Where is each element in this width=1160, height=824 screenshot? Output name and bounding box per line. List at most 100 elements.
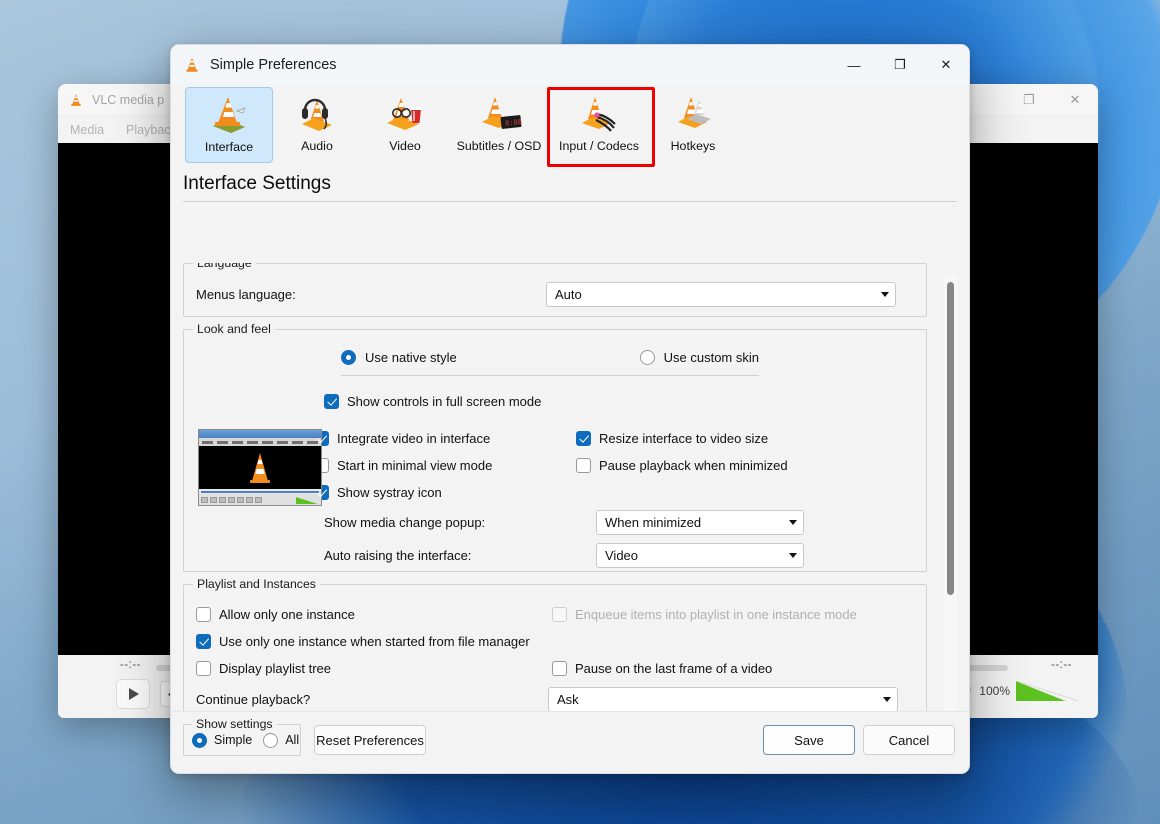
auto-raise-value: Video [605, 547, 639, 563]
group-title: Language [193, 263, 256, 270]
start-minimal-view-row[interactable]: Start in minimal view mode [314, 452, 576, 479]
scrollbar-thumb[interactable] [947, 282, 954, 595]
show-settings-group: Show settings Simple All [183, 717, 301, 756]
preview-controls [199, 494, 321, 505]
vlc-menu-media[interactable]: Media [70, 123, 104, 137]
show-controls-fullscreen-checkbox[interactable] [324, 394, 339, 409]
allow-one-instance-checkbox[interactable] [196, 607, 211, 622]
use-native-style-label: Use native style [365, 350, 457, 365]
menus-language-select[interactable]: Auto [546, 281, 896, 307]
pause-last-frame-row[interactable]: Pause on the last frame of a video [552, 655, 912, 682]
tab-input-codecs[interactable]: Input / Codecs [549, 87, 649, 163]
audio-headphones-cone-icon [289, 92, 345, 136]
video-cone-icon [377, 92, 433, 136]
vlc-menu-playback[interactable]: Playbac [126, 123, 170, 137]
media-popup-select[interactable]: When minimized [596, 509, 804, 535]
enqueue-items-checkbox [552, 607, 567, 622]
tab-label: Video [389, 139, 421, 153]
use-custom-skin-radio[interactable] [639, 350, 655, 365]
tab-audio[interactable]: Audio [273, 87, 361, 163]
maximize-button[interactable]: ❐ [877, 45, 923, 85]
vlc-cone-icon [68, 92, 84, 108]
playlist-and-instances-group: Playlist and Instances Allow only one in… [183, 577, 927, 717]
show-systray-icon-row[interactable]: Show systray icon [314, 479, 576, 506]
tab-hotkeys[interactable]: Hotkeys [649, 87, 737, 163]
reset-preferences-button[interactable]: Reset Preferences [314, 725, 426, 755]
allow-one-instance-row[interactable]: Allow only one instance [196, 601, 552, 628]
preview-video [199, 446, 321, 489]
integrate-video-row[interactable]: Integrate video in interface [314, 425, 576, 452]
continue-playback-select[interactable]: Ask [548, 686, 898, 712]
continue-playback-label: Continue playback? [196, 691, 311, 707]
group-title: Look and feel [193, 322, 275, 336]
cancel-button[interactable]: Cancel [863, 725, 955, 755]
tab-label: Input / Codecs [559, 139, 639, 153]
volume-slider[interactable] [1016, 681, 1078, 701]
display-playlist-tree-row[interactable]: Display playlist tree [196, 655, 552, 682]
volume-label: 100% [979, 684, 1010, 698]
chevron-down-icon [789, 552, 797, 558]
vlc-total-time: --:-- [1050, 659, 1072, 671]
checkbox-label: Integrate video in interface [337, 431, 491, 446]
media-popup-label: Show media change popup: [324, 514, 486, 530]
pause-when-minimized-checkbox[interactable] [576, 458, 591, 473]
chevron-down-icon [881, 291, 889, 297]
volume-fill [1016, 681, 1066, 701]
menus-language-value: Auto [555, 286, 582, 302]
chevron-down-icon [883, 696, 891, 702]
vlc-interface-preview-thumbnail [198, 429, 322, 506]
chevron-down-icon [789, 519, 797, 525]
display-playlist-tree-checkbox[interactable] [196, 661, 211, 676]
use-native-style-radio[interactable] [341, 350, 356, 365]
settings-content: Language Menus language: Auto Look and f… [183, 263, 927, 717]
show-settings-simple-radio[interactable] [192, 732, 207, 748]
tab-label: Interface [204, 140, 254, 154]
play-button[interactable] [116, 679, 150, 709]
pause-when-minimized-row[interactable]: Pause playback when minimized [576, 452, 856, 479]
tab-label: Hotkeys [670, 139, 716, 153]
preview-menubar [199, 438, 321, 446]
show-settings-all-radio[interactable] [263, 732, 279, 748]
checkbox-label: Allow only one instance [219, 607, 355, 622]
close-button[interactable]: ✕ [923, 45, 969, 85]
tab-label: Subtitles / OSD [456, 139, 542, 153]
save-button[interactable]: Save [763, 725, 855, 755]
pause-last-frame-checkbox[interactable] [552, 661, 567, 676]
tab-subtitles-osd[interactable]: 8:88 Subtitles / OSD [449, 87, 549, 163]
preferences-bottom-bar: Show settings Simple All Reset Preferenc… [171, 711, 969, 773]
preferences-section-toolbar: Interface Audio Video 8:88 Subtitles / O… [171, 85, 969, 167]
auto-raise-select[interactable]: Video [596, 542, 804, 568]
preferences-titlebar: Simple Preferences — ❐ ✕ [171, 45, 969, 85]
resize-interface-checkbox[interactable] [576, 431, 591, 446]
hotkeys-cone-icon [665, 92, 721, 136]
settings-scrollbar[interactable] [944, 273, 957, 755]
tab-label: Audio [301, 139, 333, 153]
use-one-instance-file-manager-row[interactable]: Use only one instance when started from … [196, 628, 914, 655]
vlc-maximize-button[interactable]: ❐ [1006, 84, 1052, 116]
vlc-window-title: VLC media p [92, 92, 165, 107]
group-title: Playlist and Instances [193, 577, 320, 591]
simple-preferences-dialog[interactable]: Simple Preferences — ❐ ✕ Interface Audio… [170, 44, 970, 774]
vlc-cone-icon [183, 56, 201, 74]
use-one-instance-file-manager-checkbox[interactable] [196, 634, 211, 649]
input-codecs-cone-icon [571, 92, 627, 136]
continue-playback-value: Ask [557, 691, 579, 707]
subtitles-cone-icon: 8:88 [471, 92, 527, 136]
preview-volume [296, 497, 318, 504]
checkbox-label: Pause playback when minimized [599, 458, 788, 473]
tab-video[interactable]: Video [361, 87, 449, 163]
show-controls-fullscreen-row[interactable]: Show controls in full screen mode [324, 388, 914, 415]
tab-interface[interactable]: Interface [185, 87, 273, 163]
vlc-close-button[interactable]: ✕ [1052, 84, 1098, 116]
resize-interface-row[interactable]: Resize interface to video size [576, 425, 856, 452]
menus-language-label: Menus language: [196, 286, 296, 302]
volume-control[interactable]: 100% [957, 681, 1078, 701]
settings-scroll-area[interactable]: Language Menus language: Auto Look and f… [183, 263, 959, 753]
preferences-window-title: Simple Preferences [210, 57, 337, 73]
minimize-button[interactable]: — [831, 45, 877, 85]
checkbox-label: Use only one instance when started from … [219, 634, 530, 649]
checkbox-label: Enqueue items into playlist in one insta… [575, 607, 857, 622]
title-divider [183, 201, 957, 202]
interface-cone-icon [201, 93, 257, 137]
enqueue-items-row: Enqueue items into playlist in one insta… [552, 601, 912, 628]
